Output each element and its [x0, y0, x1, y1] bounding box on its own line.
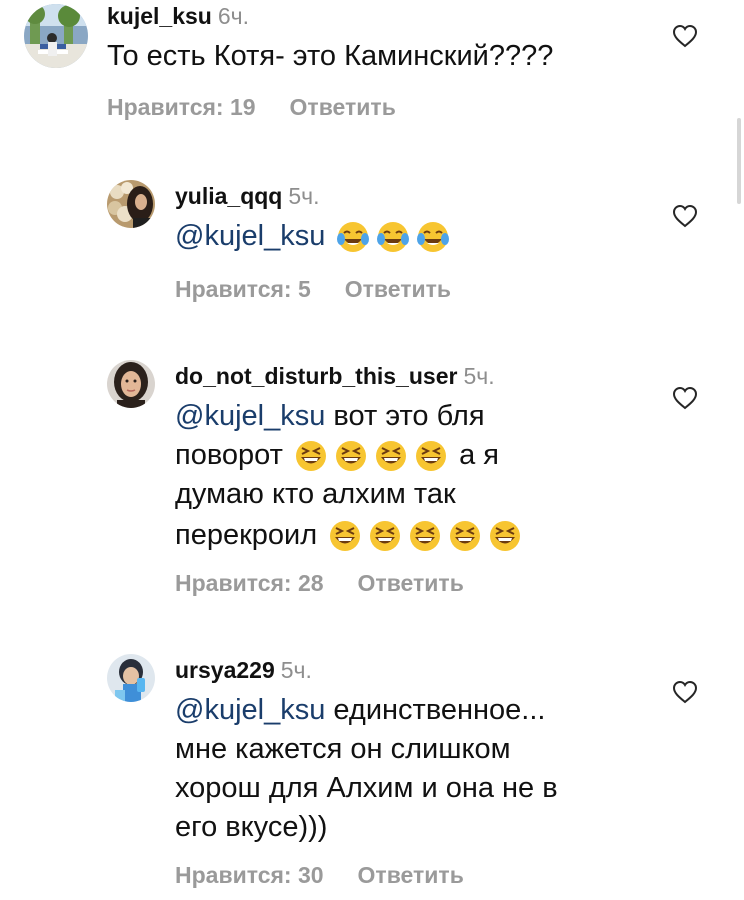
- grinning-squinting-face-icon: [490, 521, 521, 552]
- likes-count[interactable]: Нравится: 19: [107, 94, 256, 120]
- face-with-tears-of-joy-icon: [417, 222, 450, 253]
- comment-text-line: его вкусе))): [175, 811, 328, 843]
- grinning-squinting-face-icon: [450, 521, 481, 552]
- grinning-squinting-face-icon: [376, 441, 407, 472]
- username[interactable]: kujel_ksu: [107, 3, 212, 29]
- grinning-squinting-face-icon: [416, 441, 447, 472]
- mention-link[interactable]: @kujel_ksu: [175, 400, 325, 432]
- heart-outline-icon[interactable]: [672, 204, 698, 228]
- comment-text-line: мне кажется он слишком: [175, 733, 511, 765]
- comment-text-line: вот это бля: [333, 400, 485, 432]
- timestamp: 5ч.: [288, 183, 320, 209]
- timestamp: 5ч.: [463, 363, 495, 389]
- comment-text-line: единственное...: [333, 694, 546, 726]
- grinning-squinting-face-icon: [296, 441, 327, 472]
- reply-button[interactable]: Ответить: [290, 94, 396, 120]
- comment-text-line: поворот: [175, 439, 283, 471]
- avatar[interactable]: [107, 360, 155, 408]
- reply-button[interactable]: Ответить: [345, 276, 451, 302]
- reply-button[interactable]: Ответить: [358, 862, 464, 888]
- likes-count[interactable]: Нравится: 30: [175, 862, 324, 888]
- comment-text-line: хорош для Алхим и она не в: [175, 772, 558, 804]
- heart-outline-icon[interactable]: [672, 386, 698, 410]
- likes-count[interactable]: Нравится: 28: [175, 570, 324, 596]
- scrollbar[interactable]: [737, 118, 741, 204]
- heart-outline-icon[interactable]: [672, 680, 698, 704]
- timestamp: 5ч.: [280, 657, 312, 683]
- mention-link[interactable]: @kujel_ksu: [175, 694, 325, 726]
- grinning-squinting-face-icon: [410, 521, 441, 552]
- username[interactable]: yulia_qqq: [175, 183, 282, 209]
- username[interactable]: ursya229: [175, 657, 275, 683]
- timestamp: 6ч.: [217, 3, 250, 29]
- mention-link[interactable]: @kujel_ksu: [175, 220, 325, 252]
- comment-text-line: перекроил: [175, 519, 318, 551]
- avatar[interactable]: [24, 4, 88, 68]
- grinning-squinting-face-icon: [330, 521, 361, 552]
- comment-text-line: а я: [459, 439, 499, 471]
- avatar[interactable]: [107, 180, 155, 228]
- username[interactable]: do_not_disturb_this_user: [175, 363, 457, 389]
- avatar[interactable]: [107, 654, 155, 702]
- comment-text-line: думаю кто алхим так: [175, 478, 456, 510]
- grinning-squinting-face-icon: [336, 441, 367, 472]
- comment-text: То есть Котя- это Каминский????: [107, 40, 554, 72]
- grinning-squinting-face-icon: [370, 521, 401, 552]
- face-with-tears-of-joy-icon: [377, 222, 410, 253]
- heart-outline-icon[interactable]: [672, 24, 698, 48]
- reply-button[interactable]: Ответить: [358, 570, 464, 596]
- face-with-tears-of-joy-icon: [337, 222, 370, 253]
- likes-count[interactable]: Нравится: 5: [175, 276, 311, 302]
